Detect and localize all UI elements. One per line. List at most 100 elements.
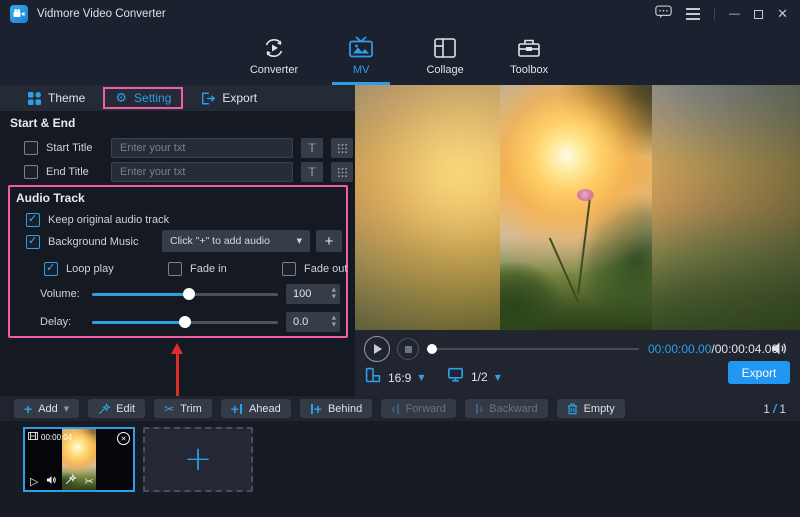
- time-display: 00:00:00.00/00:00:04.00: [648, 342, 778, 356]
- play-button[interactable]: [364, 336, 390, 362]
- backward-button[interactable]: › Backward: [465, 399, 548, 418]
- start-title-font-button[interactable]: T: [301, 138, 323, 158]
- app-logo-icon: [10, 5, 28, 23]
- loop-play-checkbox[interactable]: [44, 262, 58, 276]
- seek-handle[interactable]: [427, 344, 437, 354]
- gear-icon: ⚙: [115, 92, 127, 105]
- stop-button[interactable]: [397, 338, 419, 360]
- tab-toolbox[interactable]: Toolbox: [500, 33, 558, 85]
- add-chevron-down-icon: ▼: [64, 405, 69, 413]
- volume-stepper[interactable]: ▲▼: [332, 288, 340, 300]
- minimize-button[interactable]: —: [729, 9, 740, 20]
- clip-edit-icon[interactable]: [65, 474, 76, 488]
- seek-bar[interactable]: [427, 343, 639, 355]
- clip-trim-icon[interactable]: ✂: [84, 475, 93, 488]
- edit-button[interactable]: Edit: [88, 399, 145, 418]
- end-title-font-button[interactable]: T: [301, 162, 323, 182]
- tab-converter[interactable]: Converter: [242, 33, 306, 85]
- tab-mv-label: MV: [353, 64, 370, 76]
- delay-slider[interactable]: [92, 315, 278, 329]
- app-window: Vidmore Video Converter — ✕ Converter MV: [0, 0, 800, 517]
- tab-theme[interactable]: Theme: [16, 88, 97, 108]
- maximize-button[interactable]: [754, 10, 763, 19]
- mv-icon: [348, 33, 374, 60]
- fade-in-label: Fade in: [190, 263, 227, 275]
- title-bar: Vidmore Video Converter — ✕: [0, 0, 800, 28]
- clip-volume-icon[interactable]: [46, 475, 57, 488]
- start-title-input[interactable]: [111, 138, 293, 158]
- insert-ahead-icon: +: [231, 402, 243, 416]
- preview-flower: [577, 189, 594, 201]
- background-music-row: Background Music: [26, 233, 139, 251]
- fade-in-option: Fade in: [168, 260, 227, 278]
- clip-play-icon[interactable]: ▷: [30, 475, 38, 488]
- end-title-checkbox[interactable]: [24, 165, 38, 179]
- tab-collage-label: Collage: [426, 64, 463, 76]
- app-title: Vidmore Video Converter: [37, 8, 166, 20]
- end-title-position-button[interactable]: [331, 162, 353, 182]
- remove-clip-icon[interactable]: ✕: [117, 432, 130, 445]
- clip-duration: 00:00:04: [41, 433, 72, 442]
- preview-page-control[interactable]: 1/2 ▼: [447, 367, 501, 387]
- volume-value[interactable]: 100: [286, 288, 332, 300]
- video-preview[interactable]: [355, 85, 800, 330]
- add-audio-button[interactable]: +: [316, 230, 342, 252]
- fade-in-checkbox[interactable]: [168, 262, 182, 276]
- trash-icon: [567, 403, 578, 415]
- tab-export-label: Export: [222, 91, 257, 105]
- delay-label: Delay:: [40, 316, 84, 328]
- volume-mute-icon[interactable]: [771, 341, 788, 361]
- delay-value[interactable]: 0.0: [286, 316, 332, 328]
- audio-dropdown-text: Click "+" to add audio: [170, 235, 291, 247]
- insert-behind-icon: +: [310, 402, 322, 416]
- delay-value-box: 0.0 ▲▼: [286, 312, 340, 332]
- keep-audio-label: Keep original audio track: [48, 214, 169, 226]
- video-clip-thumbnail[interactable]: 00:00:04 ✕ ▷ ✂: [23, 427, 135, 492]
- tab-collage[interactable]: Collage: [416, 33, 474, 85]
- volume-label: Volume:: [40, 288, 84, 300]
- tab-export[interactable]: Export: [189, 88, 269, 108]
- add-button[interactable]: + Add ▼: [14, 399, 79, 418]
- preview-video-frame: [500, 85, 652, 330]
- ahead-button[interactable]: + Ahead: [221, 399, 291, 418]
- background-music-label: Background Music: [48, 236, 139, 248]
- forward-button[interactable]: ‹ Forward: [381, 399, 456, 418]
- tab-converter-label: Converter: [250, 64, 298, 76]
- aspect-ratio-icon: [365, 367, 381, 388]
- background-music-checkbox[interactable]: [26, 235, 40, 249]
- panel-tab-bar: Theme ⚙ Setting Export: [0, 85, 355, 111]
- feedback-icon[interactable]: [655, 5, 672, 24]
- start-title-position-button[interactable]: [331, 138, 353, 158]
- aspect-ratio-control[interactable]: 16:9 ▼: [365, 367, 425, 388]
- empty-button[interactable]: Empty: [557, 399, 625, 418]
- volume-slider[interactable]: [92, 287, 278, 301]
- close-button[interactable]: ✕: [777, 8, 788, 21]
- menu-icon[interactable]: [686, 8, 700, 20]
- aspect-chevron-down-icon: ▼: [418, 373, 424, 382]
- delay-stepper[interactable]: ▲▼: [332, 316, 340, 328]
- player-controls: 00:00:00.00/00:00:04.00 16:9 ▼ 1/2 ▼ Exp…: [355, 330, 800, 396]
- start-title-checkbox[interactable]: [24, 141, 38, 155]
- behind-button[interactable]: + Behind: [300, 399, 372, 418]
- scissors-icon: ✂: [164, 403, 174, 415]
- clip-page-indicator: 1/1: [763, 402, 786, 416]
- keep-audio-row: Keep original audio track: [26, 211, 169, 229]
- tab-mv[interactable]: MV: [332, 33, 390, 85]
- toolbox-icon: [517, 33, 541, 60]
- end-title-input[interactable]: [111, 162, 293, 182]
- add-clip-plus-icon: +: [184, 446, 213, 473]
- collage-icon: [433, 33, 457, 60]
- export-button[interactable]: Export: [728, 361, 790, 384]
- add-clip-slot[interactable]: +: [143, 427, 253, 492]
- fade-out-checkbox[interactable]: [282, 262, 296, 276]
- trim-button[interactable]: ✂ Trim: [154, 399, 212, 418]
- theme-icon: [28, 92, 41, 105]
- tab-setting[interactable]: ⚙ Setting: [103, 87, 183, 109]
- volume-row: Volume: 100 ▲▼: [40, 285, 340, 303]
- chevron-down-icon: ▼: [297, 237, 302, 245]
- tab-toolbox-label: Toolbox: [510, 64, 548, 76]
- loop-play-option: Loop play: [44, 260, 114, 278]
- keep-audio-checkbox[interactable]: [26, 213, 40, 227]
- audio-file-dropdown[interactable]: Click "+" to add audio ▼: [162, 230, 310, 252]
- move-forward-icon: ‹: [391, 402, 399, 415]
